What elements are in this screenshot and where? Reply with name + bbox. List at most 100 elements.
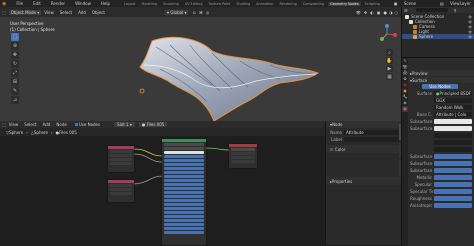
node-socket[interactable] xyxy=(164,175,204,178)
rotate-tool-icon[interactable]: ↻ xyxy=(11,60,19,68)
node-socket[interactable] xyxy=(110,158,132,161)
node-properties-panel[interactable]: ▸ Properties xyxy=(326,177,402,185)
property-field[interactable] xyxy=(434,154,472,159)
transform-tool-icon[interactable]: ⊞ xyxy=(11,78,19,86)
node-menu-view[interactable]: View xyxy=(9,122,19,127)
node-socket[interactable] xyxy=(164,219,204,222)
node-socket[interactable] xyxy=(164,147,204,150)
attribute-node[interactable] xyxy=(108,146,134,172)
menu-file[interactable]: File xyxy=(16,1,23,6)
xray-icon[interactable]: ▣ xyxy=(377,10,381,15)
node-socket[interactable] xyxy=(164,171,204,174)
tab-modeling[interactable]: Modeling xyxy=(140,2,159,6)
editor-type-icon[interactable]: ⬚ xyxy=(2,10,6,15)
node-label-field[interactable] xyxy=(344,137,399,142)
use-nodes-checkbox[interactable]: Use Nodes xyxy=(74,122,100,127)
viewport-menu-add[interactable]: Add xyxy=(78,10,86,15)
pan-icon[interactable]: ✋ xyxy=(386,57,393,64)
node-socket[interactable] xyxy=(164,199,204,202)
overlay-icon[interactable]: ◐ xyxy=(370,10,374,15)
shading-solid-icon[interactable]: ● xyxy=(384,10,388,15)
tab-geometry-nodes[interactable]: Geometry Nodes xyxy=(328,1,361,6)
visibility-icon[interactable]: 👁 xyxy=(356,10,361,15)
node-socket[interactable] xyxy=(164,155,204,158)
node-name-field[interactable]: Attribute xyxy=(344,130,399,135)
outliner-editor-icon[interactable]: ☰ xyxy=(404,8,408,13)
property-field[interactable] xyxy=(434,175,472,180)
node-socket[interactable] xyxy=(164,195,204,198)
surface-shader-selector[interactable]: ● Principled BSDF xyxy=(434,91,472,96)
node-menu-select[interactable]: Select xyxy=(24,122,36,127)
zoom-icon[interactable]: ⌕ xyxy=(386,49,393,56)
property-field[interactable] xyxy=(434,168,472,173)
snap-icon[interactable]: ⌘ xyxy=(199,10,203,15)
tab-layout[interactable]: Layout xyxy=(122,2,138,6)
visibility-toggle-icon[interactable]: 👁 xyxy=(468,20,472,24)
gizmo-icon[interactable]: ✥ xyxy=(364,10,367,15)
measure-tool-icon[interactable]: ⊿ xyxy=(11,96,19,104)
slot-selector[interactable]: Slot 1 ▾ xyxy=(114,122,135,127)
property-field[interactable] xyxy=(434,203,472,208)
tab-shading[interactable]: Shading xyxy=(234,2,252,6)
node-socket[interactable] xyxy=(164,203,204,206)
tab-animation[interactable]: Animation xyxy=(254,2,275,6)
tab-sculpting[interactable]: Sculpting xyxy=(161,2,181,6)
proportional-edit-icon[interactable]: ◎ xyxy=(206,10,210,15)
property-field[interactable] xyxy=(434,189,472,194)
mode-selector[interactable]: Object Mode ▾ xyxy=(8,9,42,15)
node-socket[interactable] xyxy=(164,183,204,186)
node-socket[interactable] xyxy=(231,156,255,159)
scale-tool-icon[interactable]: ⤢ xyxy=(11,69,19,77)
node-socket[interactable] xyxy=(164,187,204,190)
node-menu-node[interactable]: Node xyxy=(56,122,66,127)
material-output-node[interactable] xyxy=(229,144,257,168)
blender-logo-icon[interactable]: ◉ xyxy=(2,1,6,7)
visibility-toggle-icon[interactable]: 👁 xyxy=(468,15,472,19)
cursor-tool-icon[interactable]: ⊕ xyxy=(11,42,19,50)
node-header[interactable] xyxy=(162,139,206,142)
node-socket[interactable] xyxy=(164,211,204,214)
node-socket[interactable] xyxy=(110,192,132,195)
node-socket[interactable] xyxy=(164,227,204,230)
property-field[interactable]: Random Walk xyxy=(434,105,472,110)
node-socket[interactable] xyxy=(231,152,255,155)
node-socket[interactable] xyxy=(164,151,204,154)
node-socket[interactable] xyxy=(110,162,132,165)
node-socket[interactable] xyxy=(110,184,132,187)
node-header[interactable] xyxy=(229,144,257,147)
orientation-selector[interactable]: ⌖ Global ▾ xyxy=(164,9,189,15)
property-field[interactable] xyxy=(434,126,472,131)
node-header[interactable] xyxy=(108,180,134,183)
shading-rendered-icon[interactable]: ○ xyxy=(395,10,399,15)
camera-view-icon[interactable]: ▶ xyxy=(386,65,393,72)
shading-material-icon[interactable]: ◑ xyxy=(389,10,393,15)
node-socket[interactable] xyxy=(164,231,204,234)
property-field[interactable]: Attribute | Colo xyxy=(434,112,472,117)
node-header[interactable] xyxy=(108,146,134,149)
preview-panel-header[interactable]: ▸ Preview xyxy=(408,70,474,76)
node-socket[interactable] xyxy=(164,159,204,162)
menu-render[interactable]: Render xyxy=(51,1,65,6)
breadcrumb-material[interactable]: Files 005 xyxy=(59,130,77,135)
node-socket[interactable] xyxy=(164,191,204,194)
node-menu-add[interactable]: Add xyxy=(43,122,51,127)
node-socket[interactable] xyxy=(164,179,204,182)
tab-rendering[interactable]: Rendering xyxy=(277,2,298,6)
node-socket[interactable] xyxy=(164,163,204,166)
property-field[interactable]: GGX xyxy=(434,98,472,103)
tab-uv-editing[interactable]: UV Editing xyxy=(183,2,205,6)
visibility-toggle-icon[interactable]: 👁 xyxy=(468,35,472,39)
outliner-item[interactable]: Sphere 👁 xyxy=(402,34,474,39)
property-field[interactable] xyxy=(434,147,472,152)
sphere-object-mesh[interactable] xyxy=(120,29,330,121)
node-socket[interactable] xyxy=(110,188,132,191)
filter-icon[interactable]: ⚲ xyxy=(454,8,457,13)
use-nodes-button[interactable]: Use Nodes xyxy=(422,84,458,89)
node-socket[interactable] xyxy=(164,167,204,170)
visibility-toggle-icon[interactable]: 👁 xyxy=(468,25,472,29)
property-field[interactable] xyxy=(434,182,472,187)
material-selector[interactable]: ● Files 005 xyxy=(138,122,168,127)
node-socket[interactable] xyxy=(110,150,132,153)
navigation-gizmo[interactable] xyxy=(376,23,398,45)
node-socket[interactable] xyxy=(231,148,255,151)
